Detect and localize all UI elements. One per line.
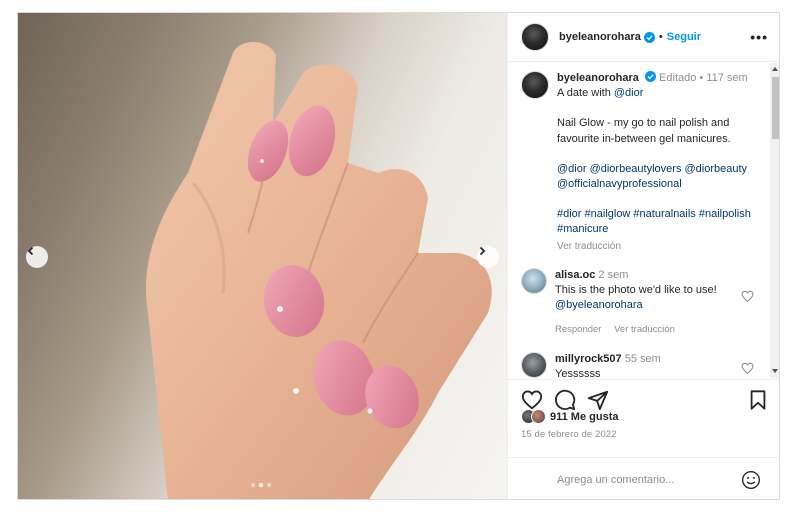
heart-icon[interactable]: [741, 290, 754, 302]
author-avatar[interactable]: [521, 23, 549, 51]
comments-scrollbar[interactable]: [770, 63, 779, 378]
author-username[interactable]: byeleanorohara: [559, 31, 641, 43]
carousel-indicator: [251, 483, 271, 487]
likes-row[interactable]: 911 Me gusta: [521, 409, 618, 424]
comment-mention-link[interactable]: @byeleanorohara: [555, 298, 740, 313]
comment-input[interactable]: [557, 473, 727, 486]
chevron-left-icon: [27, 246, 34, 256]
caption-hashtags[interactable]: #dior #nailglow #naturalnails #nailpolis…: [557, 207, 767, 237]
commenter-avatar[interactable]: [521, 267, 547, 294]
follow-button[interactable]: Seguir: [667, 31, 701, 43]
comment-text: This is the photo we'd like to use!: [555, 284, 717, 297]
chevron-right-icon: [479, 246, 486, 256]
comment-time: 55 sem: [624, 352, 661, 365]
scrollbar-thumb[interactable]: [772, 77, 779, 139]
comment-actions: Responder Ver traducción: [555, 322, 740, 337]
next-image-button[interactable]: [477, 246, 499, 268]
comment-item: alisa.oc 2 sem This is the photo we'd li…: [521, 267, 770, 338]
caption-translate-link[interactable]: Ver traducción: [557, 239, 767, 254]
post-date: 15 de febrero de 2022: [521, 429, 617, 440]
share-icon[interactable]: [587, 389, 609, 411]
separator-bullet: •: [658, 31, 663, 43]
caption-paragraph: Nail Glow - my go to nail polish and fav…: [557, 117, 731, 145]
more-options-button[interactable]: •••: [750, 29, 768, 45]
liker-avatar: [531, 409, 546, 424]
add-comment-bar: [508, 457, 779, 499]
heart-icon[interactable]: [521, 389, 543, 411]
commenter-username[interactable]: alisa.oc: [555, 269, 595, 281]
caption-line1: A date with: [557, 87, 614, 100]
scroll-down-arrow[interactable]: [772, 369, 778, 373]
post-side-panel: byeleanorohara • Seguir ••• byeleanoroha…: [507, 13, 779, 499]
scroll-up-arrow[interactable]: [772, 67, 778, 71]
comment-body: millyrock507 55 sem Yessssss: [555, 352, 740, 378]
post-media[interactable]: [18, 13, 507, 499]
verified-badge-icon: [643, 31, 655, 43]
comment-body: alisa.oc 2 sem This is the photo we'd li…: [555, 268, 740, 338]
caption-body: byeleanorohara Editado • 117 sem A date …: [557, 71, 767, 254]
bookmark-icon[interactable]: [747, 389, 769, 411]
reply-button[interactable]: Responder: [555, 324, 601, 335]
commenter-avatar[interactable]: [521, 351, 547, 378]
comment-icon[interactable]: [554, 389, 576, 411]
verified-badge-icon: [644, 71, 656, 82]
caption-avatar[interactable]: [521, 71, 549, 99]
caption: byeleanorohara Editado • 117 sem A date …: [521, 71, 770, 254]
caption-mentions[interactable]: @dior @diorbeautylovers @diorbeauty @off…: [557, 162, 767, 192]
caption-meta: Editado • 117 sem: [659, 72, 748, 84]
commenter-username[interactable]: millyrock507: [555, 353, 622, 365]
carousel-dot-active: [259, 483, 263, 487]
post-header: byeleanorohara • Seguir •••: [508, 13, 779, 62]
instagram-post: byeleanorohara • Seguir ••• byeleanoroha…: [17, 12, 780, 500]
carousel-dot: [251, 483, 255, 487]
comment-translate-link[interactable]: Ver traducción: [614, 324, 675, 335]
likes-count[interactable]: 911 Me gusta: [550, 411, 618, 423]
post-photo: [146, 42, 492, 499]
comments-section[interactable]: byeleanorohara Editado • 117 sem A date …: [508, 63, 770, 378]
comment-time: 2 sem: [598, 268, 629, 281]
caption-mention-link[interactable]: @dior: [614, 87, 644, 99]
heart-icon[interactable]: [741, 362, 754, 374]
carousel-dot: [267, 483, 271, 487]
prev-image-button[interactable]: [26, 246, 48, 268]
comment-item: millyrock507 55 sem Yessssss: [521, 351, 770, 378]
emoji-icon[interactable]: [741, 470, 761, 490]
caption-username[interactable]: byeleanorohara: [557, 72, 639, 84]
comment-text: Yessssss: [555, 367, 601, 378]
